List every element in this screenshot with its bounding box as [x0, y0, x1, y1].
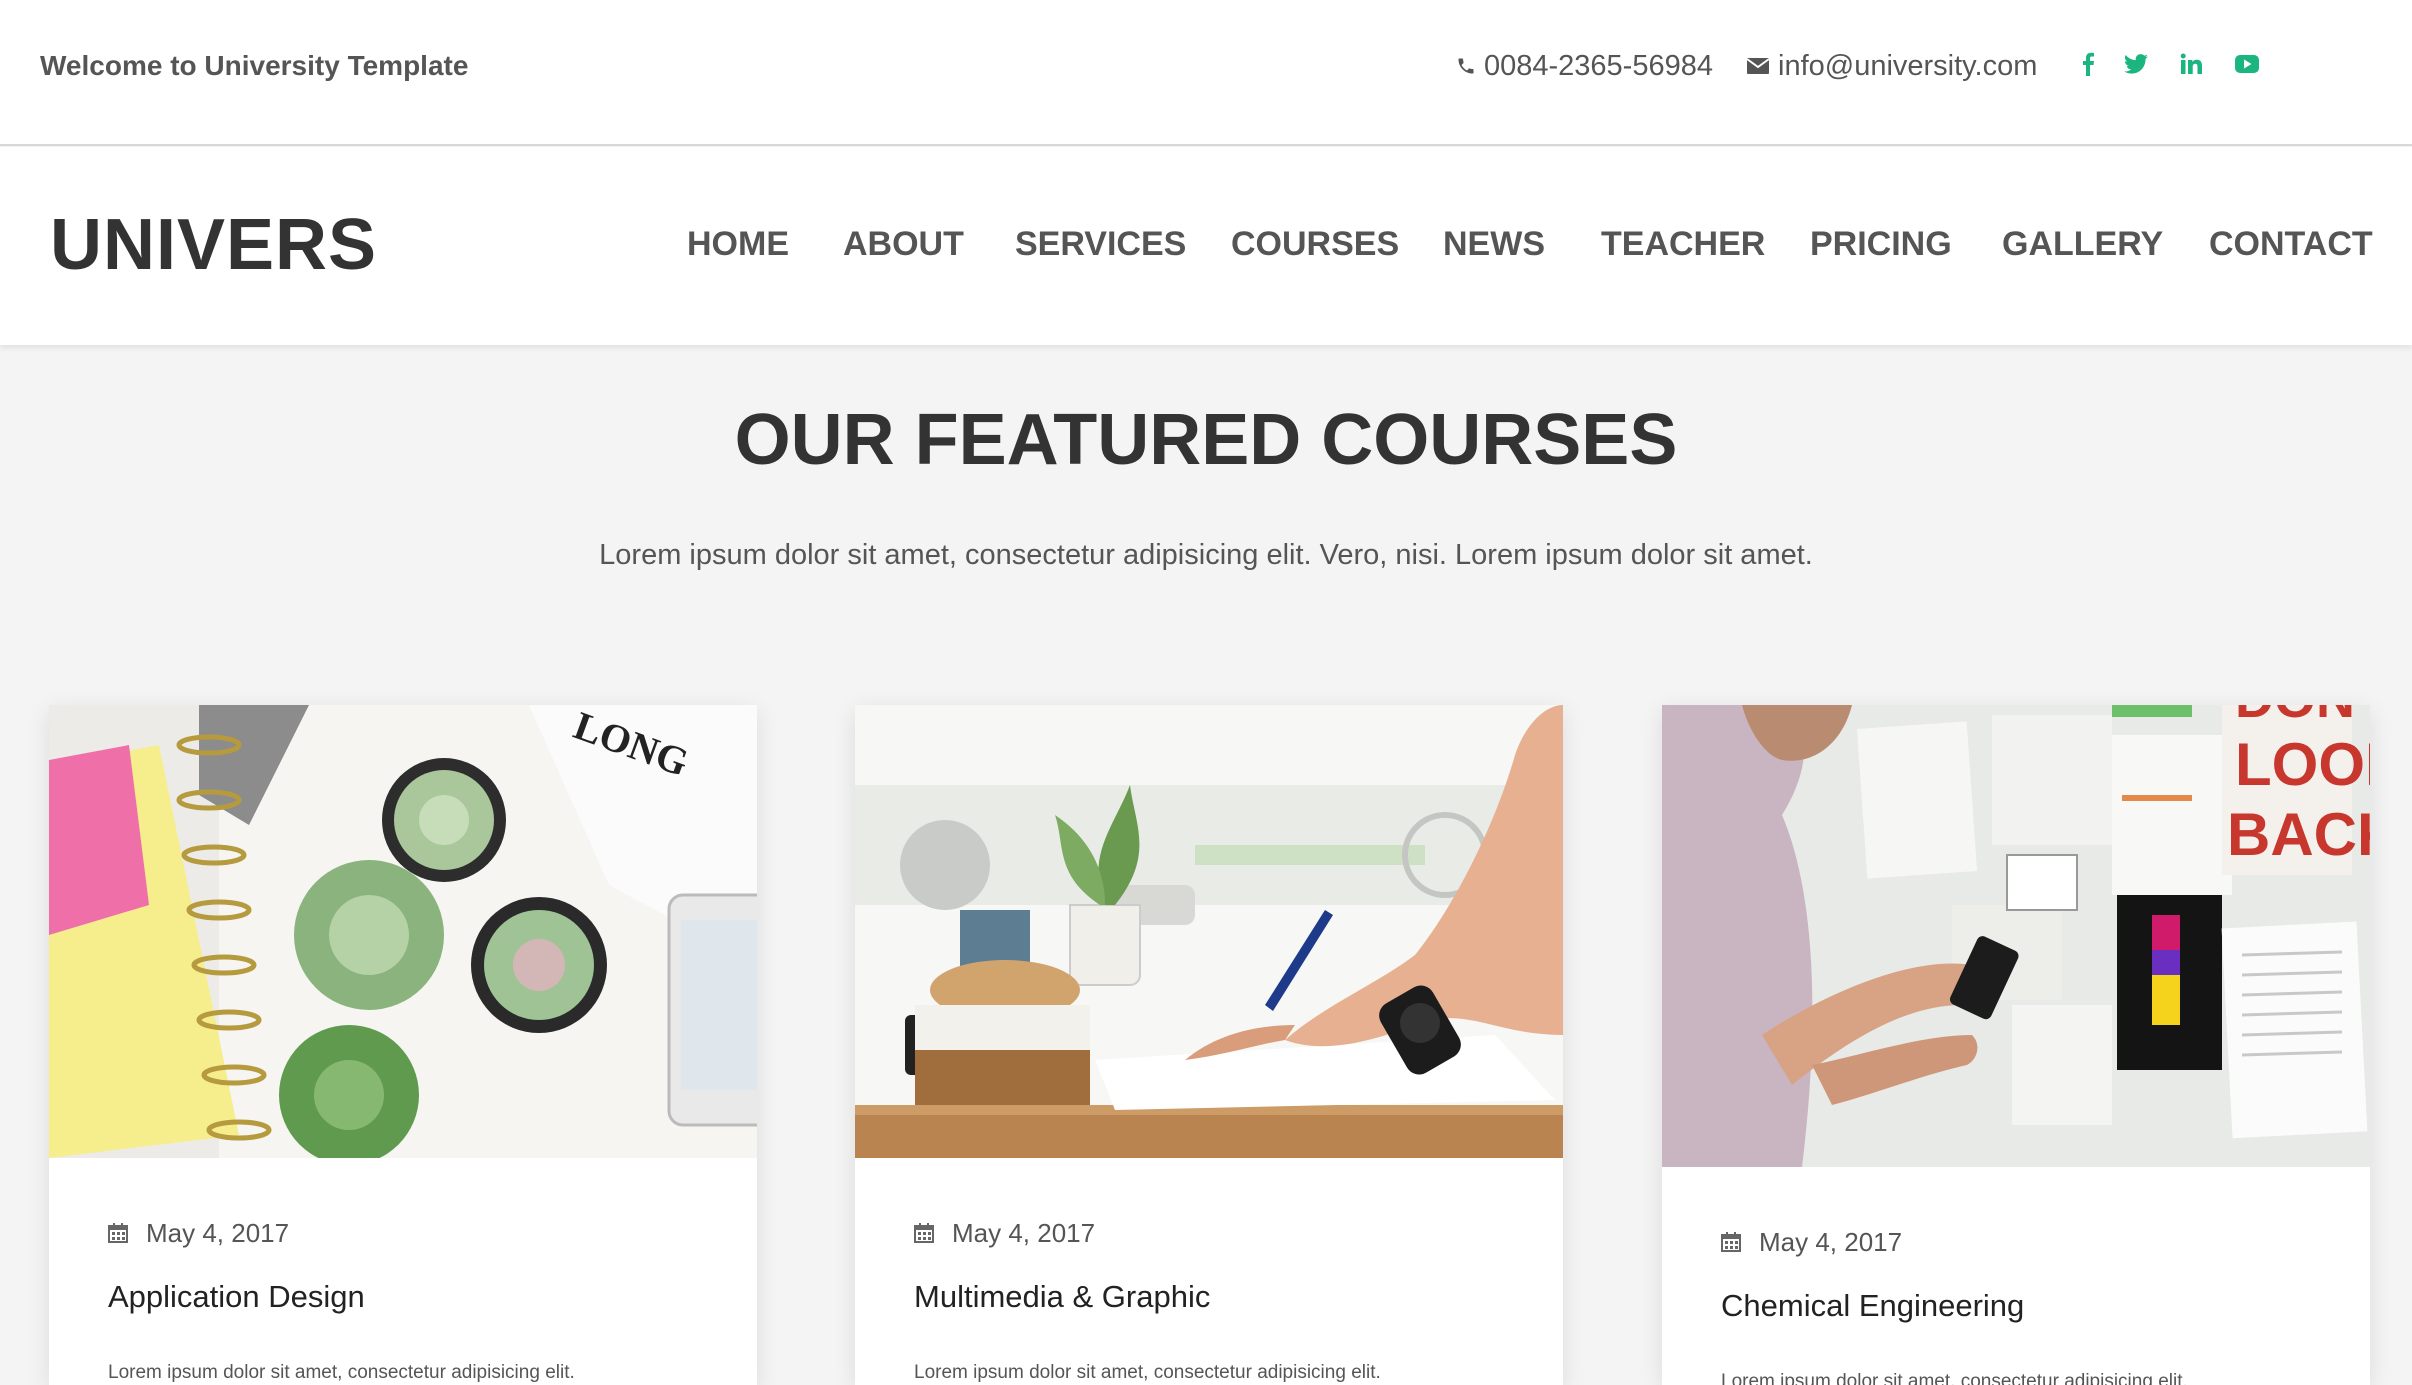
course-date-text: May 4, 2017 — [952, 1218, 1096, 1248]
course-date-text: May 4, 2017 — [1759, 1227, 1903, 1257]
nav-home[interactable]: HOME — [687, 223, 789, 265]
phone-contact[interactable]: 0084-2365-56984 — [1456, 48, 1713, 84]
course-image-succulents[interactable]: LONG — [49, 705, 757, 1158]
course-date: May 4, 2017 — [914, 1217, 1095, 1249]
calendar-icon — [914, 1223, 934, 1243]
course-date-text: May 4, 2017 — [146, 1218, 290, 1248]
phone-icon — [1458, 58, 1474, 74]
facebook-icon[interactable] — [2072, 48, 2104, 80]
course-title[interactable]: Chemical Engineering — [1721, 1287, 2024, 1325]
nav-news[interactable]: NEWS — [1443, 223, 1545, 265]
calendar-icon — [1721, 1232, 1741, 1252]
section-title: OUR FEATURED COURSES — [734, 400, 1678, 480]
course-excerpt: Lorem ipsum dolor sit amet, consectetur … — [914, 1362, 1381, 1383]
calendar-icon — [108, 1223, 128, 1243]
nav-about[interactable]: ABOUT — [843, 223, 964, 265]
course-title[interactable]: Multimedia & Graphic — [914, 1278, 1210, 1316]
email-contact[interactable]: info@university.com — [1746, 48, 2037, 84]
course-image-man-phone[interactable]: DON'T LOOK BACK — [1662, 705, 2370, 1167]
course-excerpt: Lorem ipsum dolor sit amet, consectetur … — [1721, 1371, 2188, 1385]
course-card[interactable]: LONG May 4, 2017 Application Design Lore… — [49, 705, 757, 1385]
course-card[interactable]: DON'T LOOK BACK — [1662, 705, 2370, 1385]
sign-text-2: LOOK — [2235, 731, 2370, 798]
youtube-icon[interactable] — [2231, 48, 2263, 80]
sign-text-1: DON'T — [2235, 705, 2370, 729]
course-card[interactable]: May 4, 2017 Multimedia & Graphic Lorem i… — [855, 705, 1563, 1385]
nav-courses[interactable]: COURSES — [1231, 223, 1399, 265]
course-date: May 4, 2017 — [108, 1217, 289, 1249]
nav-services[interactable]: SERVICES — [1015, 223, 1186, 265]
course-date: May 4, 2017 — [1721, 1226, 1902, 1258]
sign-text-3: BACK — [2227, 801, 2370, 868]
site-logo[interactable]: UNIVERS — [50, 205, 377, 285]
envelope-icon — [1746, 58, 1770, 74]
email-address: info@university.com — [1778, 50, 2038, 82]
nav-contact[interactable]: CONTACT — [2209, 223, 2373, 265]
nav-pricing[interactable]: PRICING — [1810, 223, 1952, 265]
welcome-text: Welcome to University Template — [40, 50, 469, 81]
nav-gallery[interactable]: GALLERY — [2002, 223, 2163, 265]
nav-teacher[interactable]: TEACHER — [1601, 223, 1765, 265]
section-subtitle: Lorem ipsum dolor sit amet, consectetur … — [599, 539, 1813, 571]
twitter-icon[interactable] — [2120, 48, 2152, 80]
course-excerpt: Lorem ipsum dolor sit amet, consectetur … — [108, 1362, 575, 1383]
top-bar: Welcome to University Template 0084-2365… — [0, 0, 2412, 146]
main-navbar: UNIVERS HOME ABOUT SERVICES COURSES NEWS… — [0, 147, 2412, 345]
phone-number: 0084-2365-56984 — [1484, 50, 1713, 82]
linkedin-icon[interactable] — [2175, 48, 2207, 80]
course-image-writing[interactable] — [855, 705, 1563, 1158]
course-title[interactable]: Application Design — [108, 1278, 365, 1316]
